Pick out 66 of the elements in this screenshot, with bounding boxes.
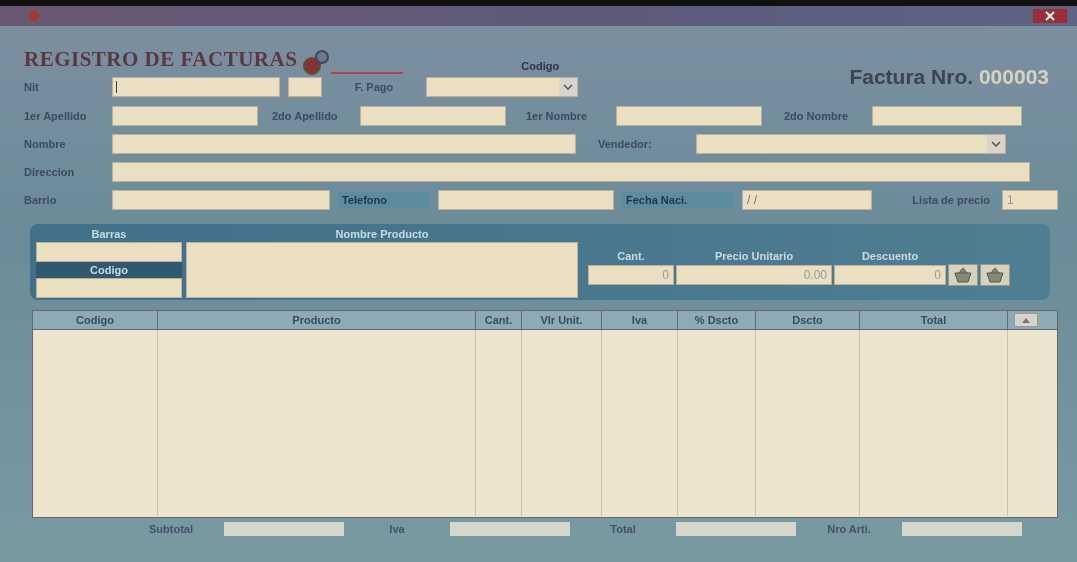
seller-dropdown[interactable] bbox=[696, 134, 1006, 154]
field-label: Vendedor: bbox=[597, 138, 653, 150]
field-label: Direccion bbox=[24, 166, 76, 178]
field-label: Barrio bbox=[24, 194, 58, 206]
field-label: 1er Apellido bbox=[24, 110, 88, 122]
chevron-down-icon bbox=[991, 141, 1001, 147]
close-icon bbox=[1044, 11, 1056, 21]
column-header[interactable]: Codigo bbox=[33, 311, 158, 329]
field-label: Precio Unitario bbox=[713, 249, 795, 264]
column-header[interactable]: Vlr Unit. bbox=[522, 311, 602, 329]
column-header[interactable]: Cant. bbox=[476, 311, 522, 329]
column-header[interactable]: Total bbox=[860, 311, 1008, 329]
text-field[interactable] bbox=[872, 106, 1022, 126]
chevron-down-icon bbox=[563, 84, 573, 90]
product-name-field[interactable] bbox=[186, 242, 578, 298]
field-label: Descuento bbox=[860, 249, 920, 264]
field-label: Nit bbox=[24, 81, 40, 93]
remove-item-button[interactable] bbox=[980, 264, 1010, 286]
field-label: 2do Apellido bbox=[271, 110, 339, 122]
text-field[interactable] bbox=[360, 106, 506, 126]
text-field[interactable] bbox=[616, 106, 762, 126]
field-label: F. Pago bbox=[353, 81, 395, 93]
text-field[interactable] bbox=[112, 190, 330, 210]
total-label: Total bbox=[609, 523, 637, 535]
nit-field[interactable] bbox=[112, 77, 280, 97]
arrow-up-icon bbox=[1022, 317, 1030, 323]
unit-price-field[interactable]: 0.00 bbox=[676, 265, 832, 285]
date-field[interactable]: / / bbox=[742, 190, 872, 210]
field-label: 2do Nombre bbox=[783, 110, 850, 122]
basket-icon bbox=[953, 267, 973, 283]
codigo-label: Codigo bbox=[521, 60, 560, 72]
field-label: Lista de precio bbox=[911, 194, 991, 206]
quantity-field[interactable]: 0 bbox=[588, 265, 674, 285]
column-header[interactable]: Producto bbox=[158, 311, 476, 329]
form-title: REGISTRO DE FACTURAS bbox=[24, 47, 298, 72]
code-field[interactable] bbox=[36, 278, 182, 298]
nit-digit-field[interactable] bbox=[288, 77, 322, 97]
invoice-number-label: Factura Nro. 000003 bbox=[849, 65, 1049, 89]
column-header[interactable]: % Dscto bbox=[678, 311, 756, 329]
gears-icon bbox=[301, 48, 332, 76]
barcode-field[interactable] bbox=[36, 242, 182, 262]
text-field[interactable] bbox=[112, 134, 576, 154]
field-label: Barras bbox=[91, 227, 127, 242]
payment-dropdown[interactable] bbox=[426, 77, 578, 97]
field-label: Codigo bbox=[36, 262, 182, 278]
text-field[interactable] bbox=[112, 162, 1030, 182]
app-icon bbox=[28, 10, 40, 22]
close-button[interactable] bbox=[1033, 9, 1067, 23]
column-header[interactable]: Dscto bbox=[756, 311, 860, 329]
total-label: Nro Arti. bbox=[826, 523, 872, 535]
total-label: Iva bbox=[388, 523, 406, 535]
field-label: Telefono bbox=[338, 192, 430, 208]
field-label: 1er Nombre bbox=[525, 110, 589, 122]
field-label: Nombre Producto bbox=[335, 227, 429, 242]
field-label: Cant. bbox=[616, 249, 646, 264]
basket-icon bbox=[985, 267, 1005, 283]
text-field[interactable] bbox=[112, 106, 258, 126]
column-header[interactable]: Iva bbox=[602, 311, 678, 329]
scroll-up-button[interactable] bbox=[1014, 313, 1038, 327]
field-label: Nombre bbox=[24, 138, 67, 150]
discount-field[interactable]: 0 bbox=[834, 265, 946, 285]
text-field[interactable] bbox=[438, 190, 614, 210]
add-item-button[interactable] bbox=[948, 264, 978, 286]
field-label: Fecha Naci. bbox=[622, 192, 734, 208]
total-label: Subtotal bbox=[148, 523, 194, 535]
price-list-field[interactable]: 1 bbox=[1002, 190, 1058, 210]
